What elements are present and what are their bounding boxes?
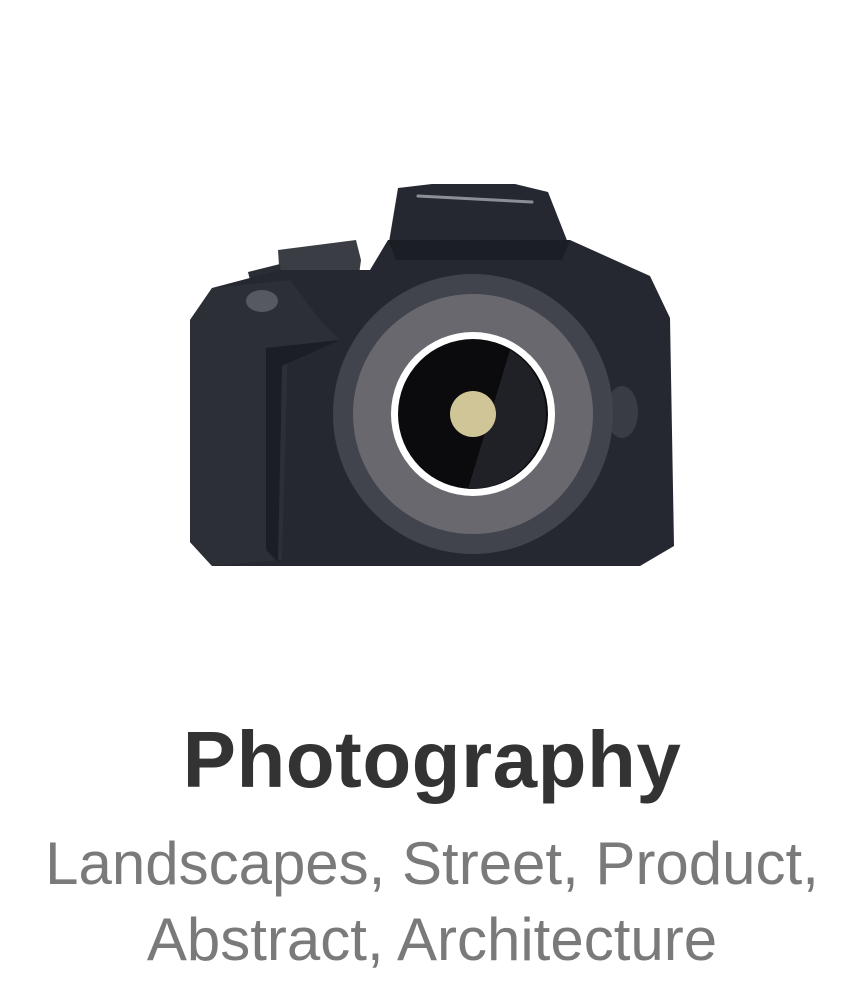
camera-prism-shadow	[388, 240, 570, 260]
card-subtitle: Landscapes, Street, Product, Abstract, A…	[20, 826, 844, 978]
photography-card: Photography Landscapes, Street, Product,…	[0, 0, 864, 1000]
shutter-button	[246, 290, 278, 312]
card-title: Photography	[182, 715, 682, 804]
subtitle-line: Landscapes, Street, Product,	[45, 830, 819, 897]
camera-icon	[190, 184, 674, 566]
subtitle-line: Abstract, Architecture	[146, 906, 718, 973]
camera-illustration	[170, 170, 700, 590]
lens-center	[450, 391, 496, 437]
camera-prism	[388, 184, 570, 248]
